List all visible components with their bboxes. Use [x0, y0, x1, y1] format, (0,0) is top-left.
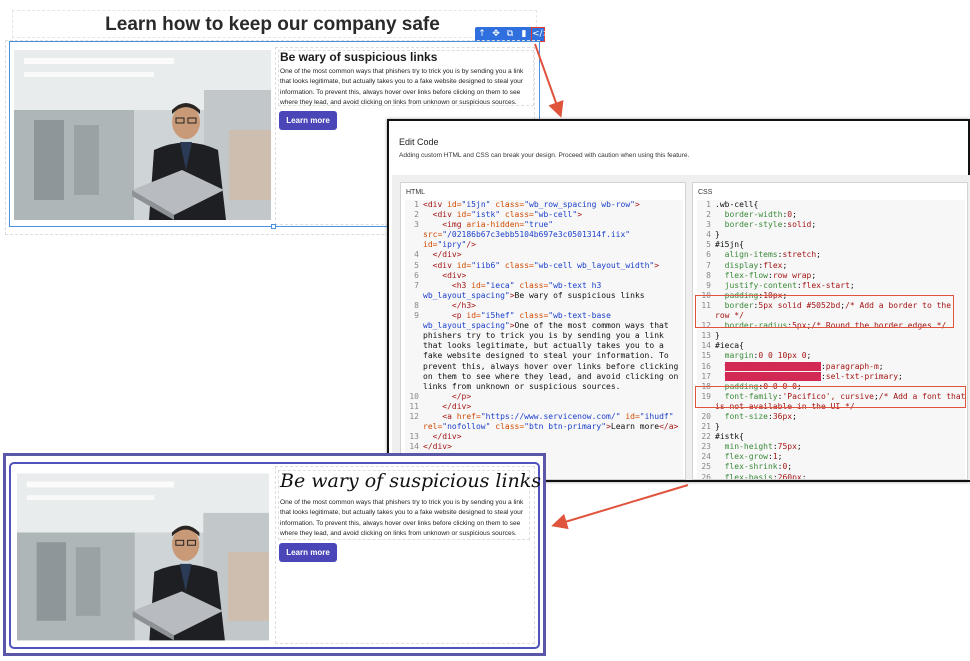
html-editor-pane: HTML 1 <div id="i5jn" class="wb_row_spaci… [400, 182, 686, 480]
dialog-warning: Adding custom HTML and CSS can break you… [399, 152, 690, 159]
section-heading-styled[interactable]: Be wary of suspicious links [280, 470, 541, 492]
learn-more-button[interactable]: Learn more [279, 543, 337, 562]
css-editor-pane: CSS 1 .wb-cell{ 2 border-width:0; 3 borde… [692, 182, 968, 480]
businessman-laptop-image[interactable] [14, 50, 271, 220]
css-code-editor[interactable]: 1 .wb-cell{ 2 border-width:0; 3 border-st… [697, 200, 966, 479]
html-code-editor[interactable]: 1 <div id="i5jn" class="wb_row_spacing wb… [405, 200, 683, 479]
dialog-title: Edit Code [399, 137, 439, 147]
border-annotation-box [695, 295, 954, 328]
section-paragraph[interactable]: One of the most common ways that phisher… [280, 67, 536, 109]
page-title[interactable]: Learn how to keep our company safe [0, 14, 545, 36]
section-paragraph[interactable]: One of the most common ways that phisher… [280, 498, 532, 540]
arrow-to-result [551, 484, 689, 530]
css-label: CSS [698, 189, 713, 196]
section-heading[interactable]: Be wary of suspicious links [280, 50, 437, 64]
businessman-laptop-image[interactable] [17, 472, 269, 642]
learn-more-button[interactable]: Learn more [279, 111, 337, 130]
html-label: HTML [406, 189, 426, 196]
row-bottom-border [9, 226, 389, 227]
resize-handle[interactable] [271, 224, 276, 229]
font-annotation-box [695, 386, 966, 408]
